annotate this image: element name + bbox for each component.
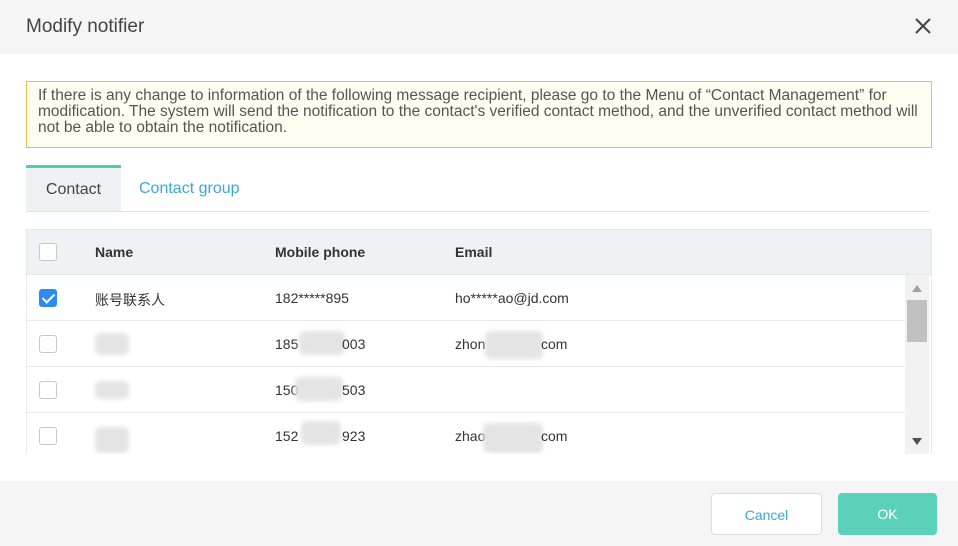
contact-mobile-prefix: 152 xyxy=(275,428,299,444)
table-header: Name Mobile phone Email xyxy=(27,229,931,275)
tab-contact-group[interactable]: Contact group xyxy=(139,165,240,211)
row-checkbox[interactable] xyxy=(39,381,57,399)
contact-email: ho*****ao@jd.com xyxy=(455,290,569,306)
column-header-email: Email xyxy=(455,244,493,260)
row-checkbox[interactable] xyxy=(39,335,57,353)
contact-name: 账号联系人 xyxy=(95,292,165,308)
arrow-down-icon[interactable] xyxy=(912,438,922,445)
modify-notifier-dialog: Modify notifier If there is any change t… xyxy=(0,0,958,546)
close-icon[interactable] xyxy=(912,15,934,37)
column-header-name: Name xyxy=(95,244,134,260)
dialog-header: Modify notifier xyxy=(0,0,958,54)
redacted-email xyxy=(485,331,543,359)
contact-mobile-suffix: 503 xyxy=(342,382,366,398)
scrollbar-thumb[interactable] xyxy=(907,300,927,342)
redacted-mobile xyxy=(299,331,345,355)
contact-mobile-suffix: 003 xyxy=(342,336,366,352)
table-row[interactable]: 150 503 xyxy=(27,367,905,413)
column-header-mobile: Mobile phone xyxy=(275,244,366,260)
cancel-button[interactable]: Cancel xyxy=(711,493,822,535)
table-row[interactable]: 账号联系人 182*****895 ho*****ao@jd.com xyxy=(27,275,905,321)
contact-mobile: 182*****895 xyxy=(275,290,349,306)
tab-bar: Contact Contact group xyxy=(26,165,930,212)
notice-banner: If there is any change to information of… xyxy=(26,81,932,148)
select-all-checkbox[interactable] xyxy=(39,243,57,261)
contact-email-suffix: com xyxy=(541,336,568,352)
row-checkbox[interactable] xyxy=(39,289,57,307)
redacted-email xyxy=(483,423,543,453)
table-row[interactable]: 152 923 zhao com xyxy=(27,413,905,454)
row-checkbox[interactable] xyxy=(39,427,57,445)
contact-email-prefix: zhao xyxy=(455,428,486,444)
redacted-name xyxy=(95,427,129,453)
tab-contact[interactable]: Contact xyxy=(26,165,121,211)
contact-mobile-prefix: 185 xyxy=(275,336,299,352)
arrow-up-icon[interactable] xyxy=(912,285,922,292)
ok-button[interactable]: OK xyxy=(838,493,937,535)
redacted-name xyxy=(95,333,129,355)
redacted-mobile xyxy=(295,377,343,401)
contact-email-suffix: com xyxy=(541,428,568,444)
redacted-mobile xyxy=(301,421,341,445)
table-row[interactable]: 185 003 zhon com xyxy=(27,321,905,367)
contact-table: Name Mobile phone Email 账号联系人 182*****89… xyxy=(26,229,932,454)
dialog-title: Modify notifier xyxy=(26,16,145,37)
contact-mobile-suffix: 923 xyxy=(342,428,366,444)
contact-email-prefix: zhon xyxy=(455,336,486,352)
table-scrollbar[interactable] xyxy=(905,275,929,454)
dialog-footer: Cancel OK xyxy=(0,481,958,546)
redacted-name xyxy=(95,381,129,399)
